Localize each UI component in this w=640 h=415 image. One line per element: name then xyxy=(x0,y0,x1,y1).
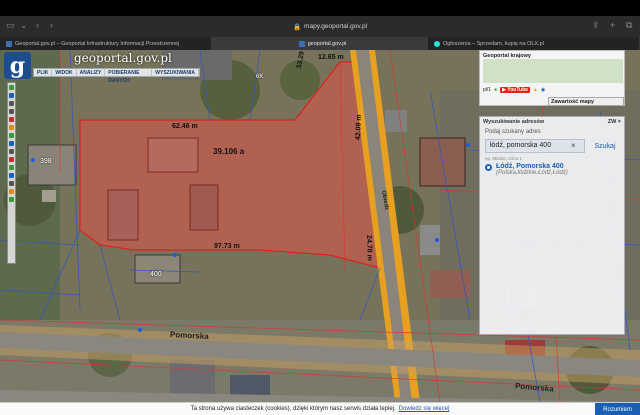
map-tools-toolbar xyxy=(7,82,16,264)
result-subtitle: (Polska,łódzkie,Łódź,Łódź) xyxy=(496,170,568,176)
logo-text: geoportal.gov.pl xyxy=(74,51,172,65)
dimension-label: 12.65 m xyxy=(318,54,344,61)
share-icon[interactable]: ⇪ xyxy=(592,21,600,30)
menu-pobieranie[interactable]: POBIERANIE DANYCH xyxy=(105,69,153,84)
dimension-label: 24.78 m xyxy=(365,235,373,261)
tab-label: geoportal.gov.pl xyxy=(307,40,347,47)
zoom-out-icon[interactable] xyxy=(9,109,14,114)
house-number: 400 xyxy=(150,271,162,278)
export-icon[interactable] xyxy=(9,189,14,194)
locate-icon[interactable] xyxy=(9,165,14,170)
menu-plik[interactable]: PLIK xyxy=(34,69,53,76)
search-panel-title: Wyszukiwanie adresów xyxy=(483,119,545,125)
draw-icon[interactable] xyxy=(9,173,14,178)
result-radio-icon[interactable] xyxy=(485,164,492,171)
dimension-label: 42.09 m xyxy=(355,114,363,141)
tab-label: Ogłoszenia – Sprzedam, kupię na OLX.pl xyxy=(443,40,544,47)
pan-icon[interactable] xyxy=(9,125,14,130)
scale-select[interactable]: pl/1 xyxy=(483,87,491,93)
overview-map[interactable] xyxy=(483,59,623,83)
parcel-area-label: 39.106 a xyxy=(213,147,245,156)
ruler-icon[interactable] xyxy=(9,149,14,154)
tab-bar: Geoportal.gov.pl – Geoportal Infrastrukt… xyxy=(0,37,640,50)
youtube-button[interactable]: ▶ YouTube xyxy=(500,87,530,93)
forward-icon[interactable]: › xyxy=(50,21,53,30)
tab-overview-icon[interactable]: ⧉ xyxy=(626,21,632,30)
result-title: Łódź, Pomorska 400 xyxy=(496,163,564,170)
lock-icon: 🔒 xyxy=(292,23,302,31)
sidebar-toggle-icon[interactable]: ▭ xyxy=(6,21,15,30)
mini-map-controls: pl/1 ● ▶ YouTube ▲ ◉ xyxy=(483,85,621,95)
search-button[interactable]: Szukaj xyxy=(588,139,622,153)
menu-widok[interactable]: WIDOK xyxy=(52,69,77,76)
cookie-text: Ta strona używa ciasteczek (cookies), dz… xyxy=(190,406,396,412)
dimension-label: 62.46 m xyxy=(172,123,198,130)
geoportal-logo[interactable]: g xyxy=(4,52,31,79)
back-icon[interactable]: ‹ xyxy=(36,21,39,30)
cookie-bar: Ta strona używa ciasteczek (cookies), dz… xyxy=(0,402,640,415)
menu-analizy[interactable]: ANALIZY xyxy=(77,69,106,76)
cookie-more-link[interactable]: Dowiedz się więcej xyxy=(399,406,450,412)
search-hint: np. Miasto, Ulica 1 xyxy=(485,156,523,161)
search-prompt: Podaj szukany adres xyxy=(485,129,541,135)
tab-geoportal-iip[interactable]: Geoportal.gov.pl – Geoportal Infrastrukt… xyxy=(0,37,212,50)
map-canvas[interactable]: g geoportal.gov.pl PLIK WIDOK ANALIZY PO… xyxy=(0,50,640,402)
olx-favicon-icon xyxy=(434,40,440,47)
tab-geoportal-active[interactable]: geoportal.gov.pl xyxy=(212,37,428,50)
geoportal-favicon-icon xyxy=(298,40,305,47)
map-content-label: Zawartość mapy xyxy=(551,98,595,105)
warning-icon[interactable]: ▲ xyxy=(533,87,538,93)
info-icon[interactable] xyxy=(9,93,14,98)
info-circle-icon[interactable]: ◉ xyxy=(541,87,545,93)
youtube-play-icon: ▶ xyxy=(502,87,506,93)
house-number: 6K xyxy=(256,74,264,80)
geoportal-header: g geoportal.gov.pl PLIK WIDOK ANALIZY PO… xyxy=(0,50,200,84)
search-result-item[interactable]: Łódź, Pomorska 400 (Polska,łódzkie,Łódź,… xyxy=(485,163,621,176)
new-tab-icon[interactable]: + xyxy=(610,21,615,30)
address-bar[interactable]: 🔒 mapy.geoportal.gov.pl xyxy=(260,20,400,33)
close-panel-button[interactable]: ZW × xyxy=(608,119,621,125)
home-icon[interactable] xyxy=(9,85,14,90)
address-search-panel: Wyszukiwanie adresów ZW × Podaj szukany … xyxy=(479,116,625,335)
print-icon[interactable] xyxy=(9,141,14,146)
menu-wyszukiwania[interactable]: WYSZUKIWANIA xyxy=(152,69,199,76)
sidebar-chevron-icon[interactable]: ⌄ xyxy=(20,21,28,30)
help-icon[interactable] xyxy=(9,197,14,202)
geoportal-favicon-icon xyxy=(6,40,12,47)
clear-icon[interactable]: × xyxy=(571,141,576,150)
dimension-label: 97.73 m xyxy=(214,243,240,250)
youtube-label: YouTube xyxy=(507,87,528,93)
house-number: 398 xyxy=(40,158,52,165)
search-panel-header: Wyszukiwanie adresów ZW × xyxy=(480,117,624,127)
globe-icon[interactable]: ● xyxy=(494,87,497,93)
map-content-button[interactable]: Zawartość mapy xyxy=(548,97,624,106)
address-search-input[interactable]: łódź, pomorska 400 xyxy=(485,139,585,153)
measure-icon[interactable] xyxy=(9,117,14,122)
area-icon[interactable] xyxy=(9,157,14,162)
logo-letter: g xyxy=(9,52,26,79)
top-bar xyxy=(0,0,640,16)
tab-olx[interactable]: Ogłoszenia – Sprzedam, kupię na OLX.pl xyxy=(428,37,640,50)
zoom-in-icon[interactable] xyxy=(9,101,14,106)
url-text: mapy.geoportal.gov.pl xyxy=(304,23,368,30)
select-icon[interactable] xyxy=(9,181,14,186)
layers-icon[interactable] xyxy=(9,133,14,138)
main-menu: PLIK WIDOK ANALIZY POBIERANIE DANYCH WYS… xyxy=(33,68,200,84)
cookie-accept-button[interactable]: Rozumiem xyxy=(595,403,640,415)
browser-toolbar: ▭ ⌄ ‹ › 🔒 mapy.geoportal.gov.pl ⇪ + ⧉ xyxy=(0,16,640,37)
tab-label: Geoportal.gov.pl – Geoportal Infrastrukt… xyxy=(15,40,180,47)
